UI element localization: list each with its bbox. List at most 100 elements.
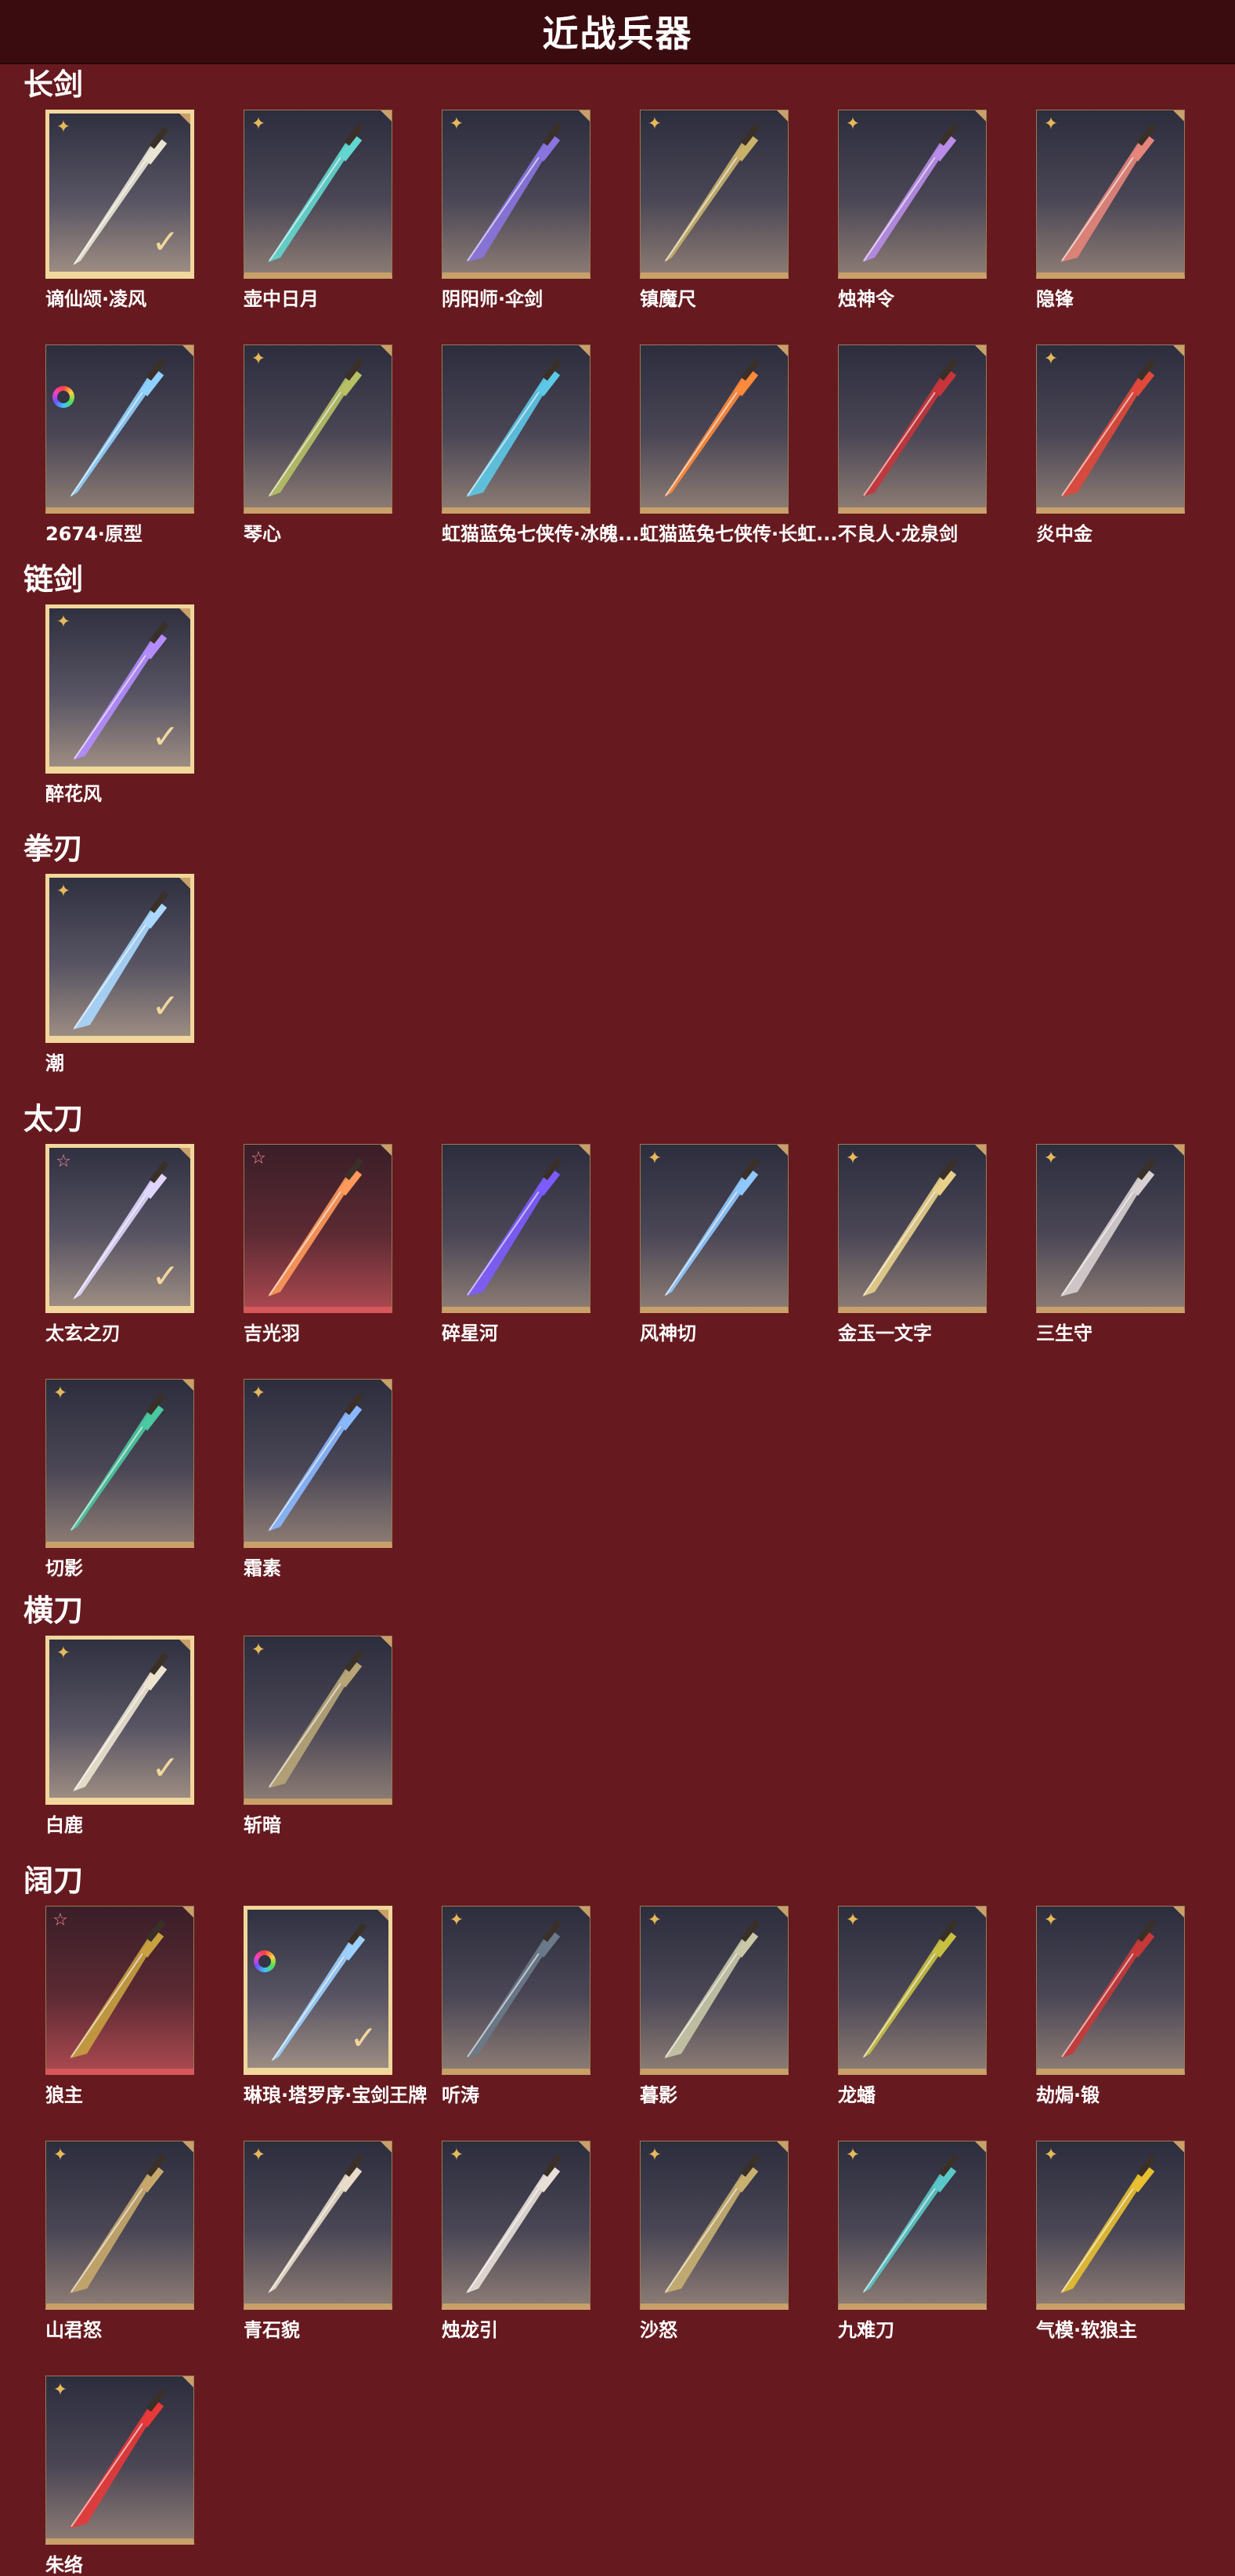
weapon-thumbnail: ✦: [244, 345, 392, 514]
weapon-card[interactable]: ✦ 炎中金: [1036, 345, 1190, 545]
checkmark-icon: ✓: [151, 1748, 179, 1787]
weapon-thumbnail: ✦: [45, 2141, 194, 2310]
weapon-name: 劫焗·锻: [1036, 2084, 1100, 2106]
section-title: 太刀: [23, 1102, 84, 1136]
weapon-image: [70, 358, 166, 497]
weapon-name: 暮影: [640, 2084, 677, 2106]
weapon-image: [862, 2154, 959, 2293]
weapon-card[interactable]: ✦ 三生守: [1036, 1144, 1190, 1344]
weapon-image: [466, 123, 562, 262]
weapon-card[interactable]: 碎星河: [442, 1144, 595, 1344]
weapon-card[interactable]: ✦ 烛神令: [838, 110, 991, 310]
weapon-thumbnail: ✦: [640, 1906, 789, 2075]
weapon-image: [466, 1157, 562, 1297]
weapon-card[interactable]: ✦ 切影: [45, 1379, 199, 1579]
weapon-thumbnail: ✦: [442, 110, 590, 279]
weapon-image: [70, 2154, 166, 2293]
weapon-card[interactable]: ✦ 金玉一文字: [838, 1144, 991, 1344]
weapon-card[interactable]: 2674·原型: [45, 345, 199, 545]
weapon-name: 切影: [45, 1557, 83, 1579]
checkmark-icon: ✓: [151, 987, 179, 1025]
weapon-name: 琴心: [244, 523, 281, 545]
weapon-image: [1060, 2154, 1157, 2293]
weapon-image: [268, 1392, 364, 1532]
weapon-card[interactable]: ✦ 九难刀: [838, 2141, 991, 2341]
weapon-card[interactable]: ✦ ✓ 潮: [45, 874, 199, 1074]
weapon-card[interactable]: ✦ 斩暗: [244, 1636, 397, 1836]
weapon-name: 太玄之刃: [45, 1322, 121, 1344]
weapon-thumbnail: ✦: [838, 110, 987, 279]
weapon-card[interactable]: 不良人·龙泉剑: [838, 345, 991, 545]
weapon-image: [1060, 358, 1157, 497]
weapon-card[interactable]: ✦ 气模·软狼主: [1036, 2141, 1190, 2341]
weapon-name: 不良人·龙泉剑: [838, 523, 959, 545]
weapon-thumbnail: ✦ ✓: [45, 1636, 194, 1805]
weapon-name: 醉花风: [45, 783, 102, 805]
weapon-card[interactable]: ☆ 狼主: [45, 1906, 199, 2106]
weapon-name: 虹猫蓝兔七侠传·冰魄...: [442, 523, 640, 545]
weapon-card[interactable]: ✦ 朱络: [45, 2376, 199, 2576]
weapon-card[interactable]: ✦ 山君怒: [45, 2141, 199, 2341]
weapon-card[interactable]: ✦ 沙怒: [640, 2141, 793, 2341]
weapon-name: 吉光羽: [244, 1322, 300, 1344]
weapon-thumbnail: ☆ ✓: [45, 1144, 194, 1313]
weapon-thumbnail: ✦: [1036, 345, 1185, 514]
weapon-name: 虹猫蓝兔七侠传·长虹...: [640, 523, 838, 545]
weapon-name: 听涛: [442, 2084, 479, 2106]
weapon-card[interactable]: ✦ 青石貌: [244, 2141, 397, 2341]
weapon-name: 潮: [45, 1052, 64, 1074]
weapon-card[interactable]: ✦ ✓ 白鹿: [45, 1636, 199, 1836]
weapon-image: [1060, 1157, 1157, 1297]
weapon-name: 烛神令: [838, 288, 894, 310]
weapon-name: 青石貌: [244, 2319, 300, 2341]
weapon-card[interactable]: ✦ 霜素: [244, 1379, 397, 1579]
weapon-thumbnail: ✦: [640, 2141, 789, 2310]
weapon-card[interactable]: ✦ 琴心: [244, 345, 397, 545]
weapon-card[interactable]: ✦ ✓ 醉花风: [45, 604, 199, 805]
weapon-card[interactable]: ✦ 烛龙引: [442, 2141, 595, 2341]
weapon-card[interactable]: ✦ 听涛: [442, 1906, 595, 2106]
weapon-card[interactable]: 虹猫蓝兔七侠传·冰魄...: [442, 345, 639, 545]
weapon-thumbnail: [45, 345, 194, 514]
weapon-name: 三生守: [1036, 1322, 1092, 1344]
page-title: 近战兵器: [542, 13, 693, 55]
weapon-name: 壶中日月: [244, 288, 319, 310]
weapon-thumbnail: ✦: [838, 1906, 987, 2075]
weapon-image: [268, 1649, 364, 1788]
weapon-card[interactable]: ✦ 壶中日月: [244, 110, 397, 310]
weapon-thumbnail: ✓: [244, 1906, 392, 2075]
weapon-image: [70, 1392, 166, 1532]
weapon-card[interactable]: ✦ 龙蟠: [838, 1906, 991, 2106]
weapon-name: 狼主: [45, 2084, 83, 2106]
weapon-thumbnail: ✦: [45, 2376, 194, 2545]
weapon-thumbnail: [442, 1144, 590, 1313]
weapon-card[interactable]: ✓ 琳琅·塔罗序·宝剑王牌: [244, 1906, 427, 2106]
weapon-name: 霜素: [244, 1557, 281, 1579]
weapon-card[interactable]: ✦ 隐锋: [1036, 110, 1190, 310]
weapon-name: 谪仙颂·凌风: [45, 288, 147, 310]
weapon-card[interactable]: ✦ 镇魔尺: [640, 110, 793, 310]
weapon-thumbnail: ✦: [1036, 1144, 1185, 1313]
weapon-thumbnail: ☆: [244, 1144, 392, 1313]
weapon-image: [466, 2154, 562, 2293]
weapon-card[interactable]: 虹猫蓝兔七侠传·长虹...: [640, 345, 837, 545]
weapon-thumbnail: ✦ ✓: [45, 874, 194, 1043]
weapon-image: [268, 358, 364, 497]
weapon-card[interactable]: ✦ ✓ 谪仙颂·凌风: [45, 110, 199, 310]
weapon-image: [268, 2154, 364, 2293]
weapon-name: 九难刀: [838, 2319, 894, 2341]
weapon-thumbnail: ✦ ✓: [45, 110, 194, 279]
weapon-card[interactable]: ✦ 阴阳师·伞剑: [442, 110, 595, 310]
weapon-image: [862, 123, 959, 262]
weapon-card[interactable]: ✦ 风神切: [640, 1144, 793, 1344]
weapon-card[interactable]: ☆ 吉光羽: [244, 1144, 397, 1344]
weapon-name: 炎中金: [1036, 523, 1092, 545]
checkmark-icon: ✓: [151, 717, 179, 756]
weapon-card[interactable]: ☆ ✓ 太玄之刃: [45, 1144, 199, 1344]
weapon-card[interactable]: ✦ 暮影: [640, 1906, 793, 2106]
weapon-name: 隐锋: [1036, 288, 1074, 310]
weapon-thumbnail: ✦: [244, 1636, 392, 1805]
weapon-card[interactable]: ✦ 劫焗·锻: [1036, 1906, 1190, 2106]
weapon-name: 阴阳师·伞剑: [442, 288, 543, 310]
weapon-thumbnail: ✦: [838, 1144, 987, 1313]
